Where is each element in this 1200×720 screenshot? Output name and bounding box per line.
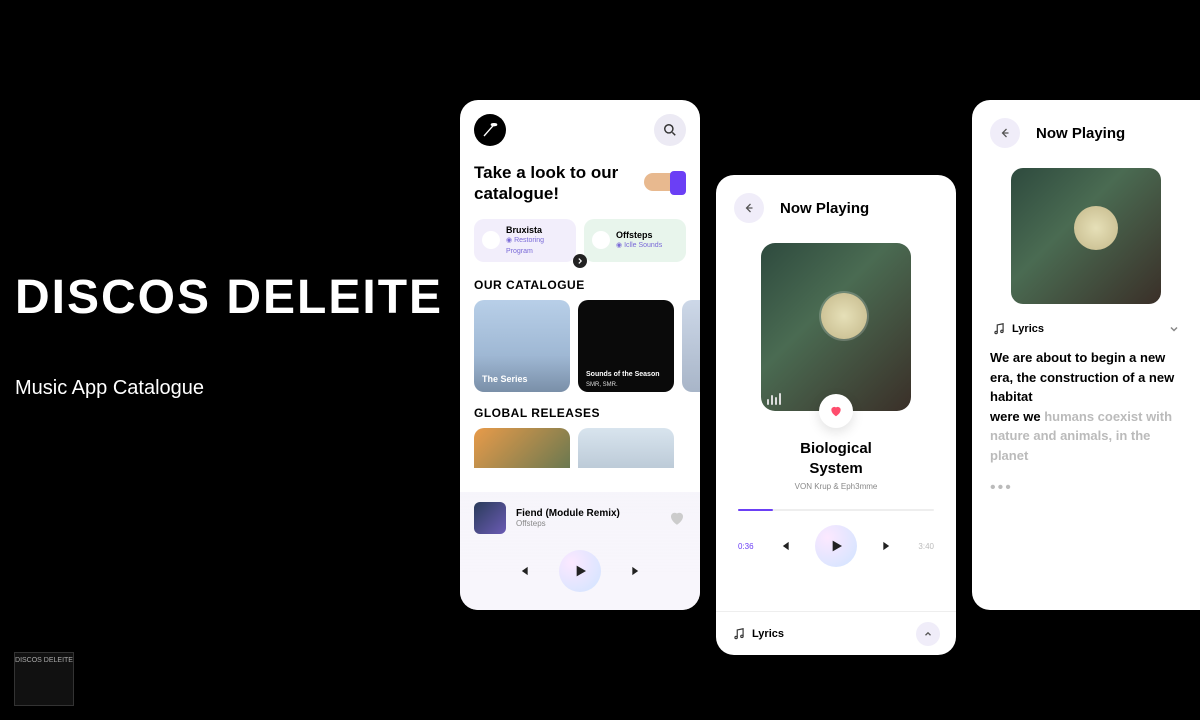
prev-button[interactable]: [776, 538, 792, 554]
mini-player-artist: Offsteps: [516, 519, 658, 528]
screen-catalogue: Take a look to our catalogue! Bruxista◉ …: [460, 100, 700, 610]
featured-next-button[interactable]: [573, 254, 587, 268]
catalogue-headline: Take a look to our catalogue!: [474, 162, 643, 205]
section-title-global: GLOBAL RELEASES: [474, 406, 686, 420]
song-title: BiologicalSystem: [734, 439, 938, 478]
heart-icon: [829, 404, 843, 418]
global-card-1[interactable]: [474, 428, 570, 468]
hero-block: DISCOS DELEITE Music App Catalogue: [15, 270, 443, 400]
chevron-down-icon[interactable]: [1168, 323, 1180, 335]
play-button[interactable]: [559, 550, 601, 592]
mini-player: Fiend (Module Remix) Offsteps: [460, 492, 700, 610]
chevron-up-icon: [923, 629, 933, 639]
progress-bar[interactable]: [738, 509, 934, 511]
waveform-icon: [767, 391, 785, 405]
album-card-the-series[interactable]: The Series: [474, 300, 570, 392]
skip-back-icon: [516, 564, 530, 578]
lyrics-body: We are about to begin a new era, the con…: [990, 348, 1182, 465]
featured-card-bruxista[interactable]: Bruxista◉ Restoring Program: [474, 219, 576, 263]
catalogue-cards: The Series Sounds of the Season SMR, SMR…: [474, 300, 686, 392]
skip-back-icon: [777, 539, 791, 553]
album-card-sounds[interactable]: Sounds of the Season SMR, SMR.: [578, 300, 674, 392]
next-button[interactable]: [880, 538, 896, 554]
profile-avatar[interactable]: [474, 114, 506, 146]
time-total: 3:40: [918, 542, 934, 551]
music-note-icon: [732, 627, 746, 641]
favorite-button[interactable]: [819, 394, 853, 428]
search-icon: [663, 123, 677, 137]
back-button[interactable]: [990, 118, 1020, 148]
section-title-catalogue: OUR CATALOGUE: [474, 278, 686, 292]
search-button[interactable]: [654, 114, 686, 146]
mini-player-title: Fiend (Module Remix): [516, 508, 658, 519]
arrow-left-icon: [743, 202, 755, 214]
now-playing-header: Now Playing: [1036, 125, 1125, 142]
chevron-right-icon: [577, 258, 583, 264]
play-icon: [828, 538, 844, 554]
album-art[interactable]: [1011, 168, 1161, 304]
time-elapsed: 0:36: [738, 542, 754, 551]
global-card-2[interactable]: [578, 428, 674, 468]
skip-forward-icon: [630, 564, 644, 578]
page-title: DISCOS DELEITE: [15, 270, 443, 325]
play-icon: [572, 563, 588, 579]
album-card-peek[interactable]: [682, 300, 700, 392]
featured-card-offsteps[interactable]: Offsteps◉ Iclle Sounds: [584, 219, 686, 263]
skip-forward-icon: [881, 539, 895, 553]
album-art[interactable]: [761, 243, 911, 411]
song-artist: VON Krup & Eph3mme: [734, 482, 938, 491]
heart-icon[interactable]: [668, 509, 686, 527]
mini-player-art[interactable]: [474, 502, 506, 534]
music-note-icon: [992, 322, 1006, 336]
back-button[interactable]: [734, 193, 764, 223]
prev-button[interactable]: [515, 563, 531, 579]
page-subtitle: Music App Catalogue: [15, 377, 443, 400]
arrow-left-icon: [999, 127, 1011, 139]
lyrics-bar[interactable]: Lyrics: [716, 611, 956, 655]
expand-button[interactable]: [916, 622, 940, 646]
now-playing-header: Now Playing: [780, 200, 869, 217]
more-dots: •••: [990, 479, 1182, 497]
play-button[interactable]: [815, 525, 857, 567]
brand-logo: DISCOS DELEITE: [14, 652, 74, 706]
lyrics-label: Lyrics: [1012, 323, 1044, 335]
screen-lyrics: Now Playing Lyrics We are about to begin…: [972, 100, 1200, 610]
pointing-hand-icon: [651, 165, 686, 201]
screen-now-playing: Now Playing BiologicalSystem VON Krup & …: [716, 175, 956, 655]
featured-row: Bruxista◉ Restoring Program Offsteps◉ Ic…: [474, 219, 686, 263]
next-button[interactable]: [629, 563, 645, 579]
